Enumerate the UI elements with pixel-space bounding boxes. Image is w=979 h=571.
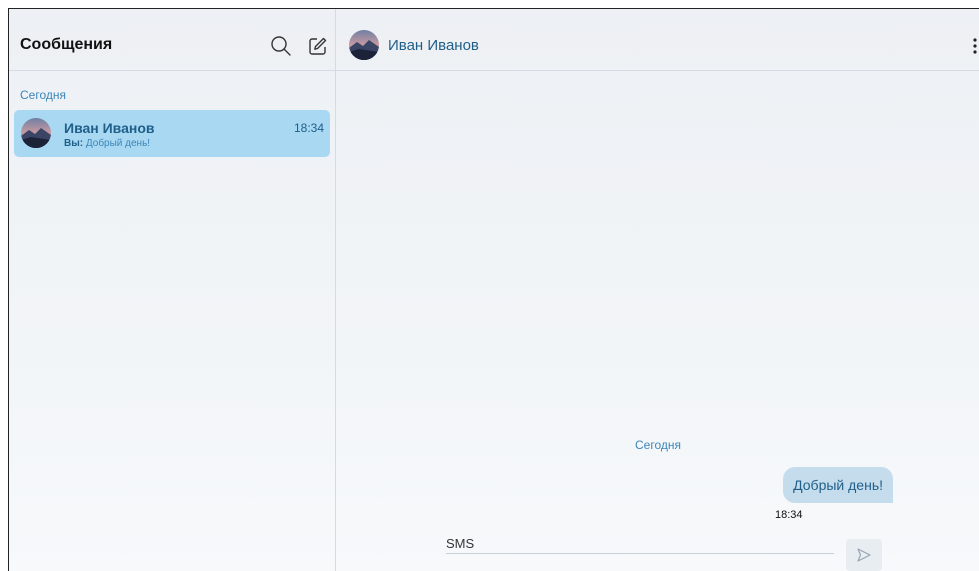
section-label-today: Сегодня <box>20 88 66 102</box>
compose-icon[interactable] <box>308 36 328 56</box>
more-vertical-icon[interactable] <box>970 36 979 56</box>
conversation-header: Иван Иванов <box>336 9 979 71</box>
send-button[interactable] <box>846 539 882 571</box>
sidebar: Сообщения Сегодня Иван Иванов Вы: Добрый… <box>9 9 336 571</box>
message-bubble-outgoing: Добрый день! <box>783 467 893 503</box>
sidebar-title: Сообщения <box>20 36 113 53</box>
date-separator: Сегодня <box>635 438 681 452</box>
contact-avatar[interactable] <box>349 30 379 60</box>
chat-time: 18:34 <box>293 121 324 135</box>
chat-preview-text: Добрый день! <box>85 138 151 149</box>
chat-preview-sender: Вы: <box>64 138 84 149</box>
avatar <box>21 118 51 148</box>
chat-preview: Вы: Добрый день! <box>64 138 150 149</box>
chat-list-item[interactable]: Иван Иванов Вы: Добрый день! 18:34 <box>14 110 330 157</box>
message-input[interactable] <box>446 533 834 554</box>
contact-name[interactable]: Иван Иванов <box>388 37 479 54</box>
search-icon[interactable] <box>270 35 292 57</box>
sidebar-header: Сообщения <box>9 9 335 71</box>
conversation-panel: Иван Иванов Сегодня Добрый день! 18:34 <box>336 9 979 571</box>
message-time: 18:34 <box>775 509 803 521</box>
messages-app: Сообщения Сегодня Иван Иванов Вы: Добрый… <box>8 8 979 571</box>
send-icon <box>857 548 871 562</box>
chat-contact-name: Иван Иванов <box>64 120 155 136</box>
